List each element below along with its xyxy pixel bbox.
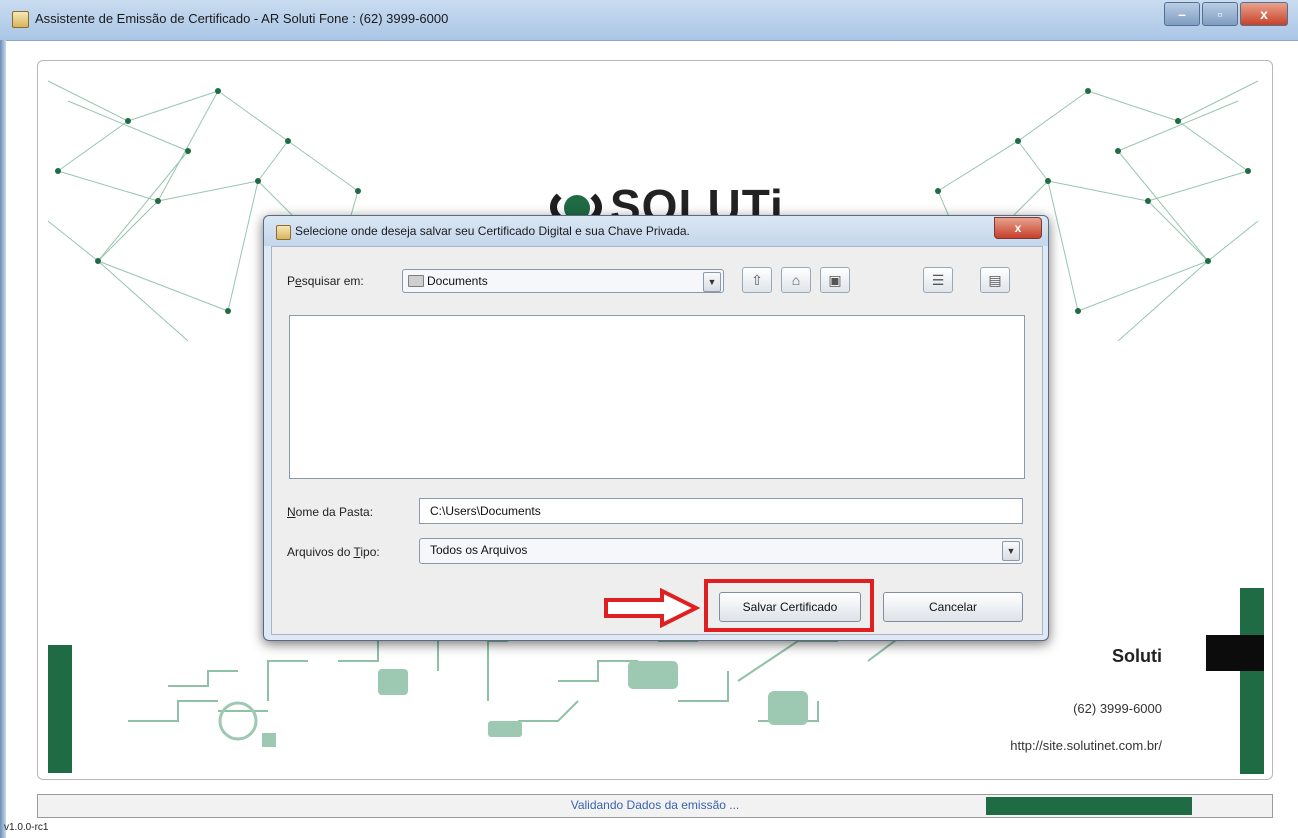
window-controls: – ▫ x	[1164, 2, 1288, 26]
red-arrow-icon	[604, 588, 700, 628]
home-icon: ⌂	[791, 272, 801, 288]
new-folder-icon: ▣	[828, 271, 842, 288]
file-list[interactable]	[289, 315, 1025, 479]
new-folder-button[interactable]: ▣	[820, 267, 850, 293]
dialog-app-icon	[276, 225, 291, 240]
folder-icon	[408, 275, 424, 287]
dialog-body: Pesquisar em: Documents ▼ ⇧ ⌂ ▣ ☰ ▤ Nome…	[271, 246, 1043, 635]
dialog-close-button[interactable]: x	[994, 217, 1042, 239]
green-accent-bar-right	[1240, 588, 1264, 774]
lookin-dropdown[interactable]: Documents ▼	[402, 269, 724, 293]
home-button[interactable]: ⌂	[781, 267, 811, 293]
folder-up-icon: ⇧	[751, 271, 763, 288]
file-type-value: Todos os Arquivos	[430, 543, 528, 557]
window-left-edge	[0, 40, 6, 838]
black-accent-bar	[1206, 635, 1264, 671]
list-view-icon: ☰	[931, 271, 945, 288]
window-titlebar: Assistente de Emissão de Certificado - A…	[0, 0, 1298, 41]
details-view-icon: ▤	[988, 271, 1002, 288]
dialog-title: Selecione onde deseja salvar seu Certifi…	[295, 224, 690, 238]
cancel-button[interactable]: Cancelar	[883, 592, 1023, 622]
app-icon	[12, 11, 29, 28]
save-dialog: Selecione onde deseja salvar seu Certifi…	[263, 215, 1049, 641]
list-view-button[interactable]: ☰	[923, 267, 953, 293]
folder-name-value: C:\Users\Documents	[430, 504, 541, 518]
maximize-button[interactable]: ▫	[1202, 2, 1238, 26]
company-name: Soluti	[1112, 646, 1162, 666]
folder-up-button[interactable]: ⇧	[742, 267, 772, 293]
highlight-box	[704, 579, 874, 632]
dialog-titlebar: Selecione onde deseja salvar seu Certifi…	[264, 216, 1048, 246]
file-type-label: Arquivos do Tipo:	[287, 545, 380, 559]
status-text: Validando Dados da emissão ...	[570, 798, 740, 812]
file-type-dropdown[interactable]: Todos os Arquivos ▼	[419, 538, 1023, 564]
lookin-label: Pesquisar em:	[287, 274, 364, 288]
chevron-down-icon[interactable]: ▼	[703, 272, 721, 292]
folder-name-label: Nome da Pasta:	[287, 505, 374, 519]
window-title: Assistente de Emissão de Certificado - A…	[35, 11, 449, 26]
minimize-button[interactable]: –	[1164, 2, 1200, 26]
chevron-down-icon[interactable]: ▼	[1002, 541, 1020, 561]
lookin-value: Documents	[427, 274, 488, 288]
details-view-button[interactable]: ▤	[980, 267, 1010, 293]
green-accent-bar-left	[48, 645, 72, 773]
close-button[interactable]: x	[1240, 2, 1288, 26]
status-bar: Validando Dados da emissão ...	[37, 794, 1273, 818]
company-website[interactable]: http://site.solutinet.com.br/	[1010, 738, 1162, 753]
folder-name-input[interactable]: C:\Users\Documents	[419, 498, 1023, 524]
company-phone: (62) 3999-6000	[1073, 701, 1162, 716]
version-label: v1.0.0-rc1	[4, 822, 49, 833]
